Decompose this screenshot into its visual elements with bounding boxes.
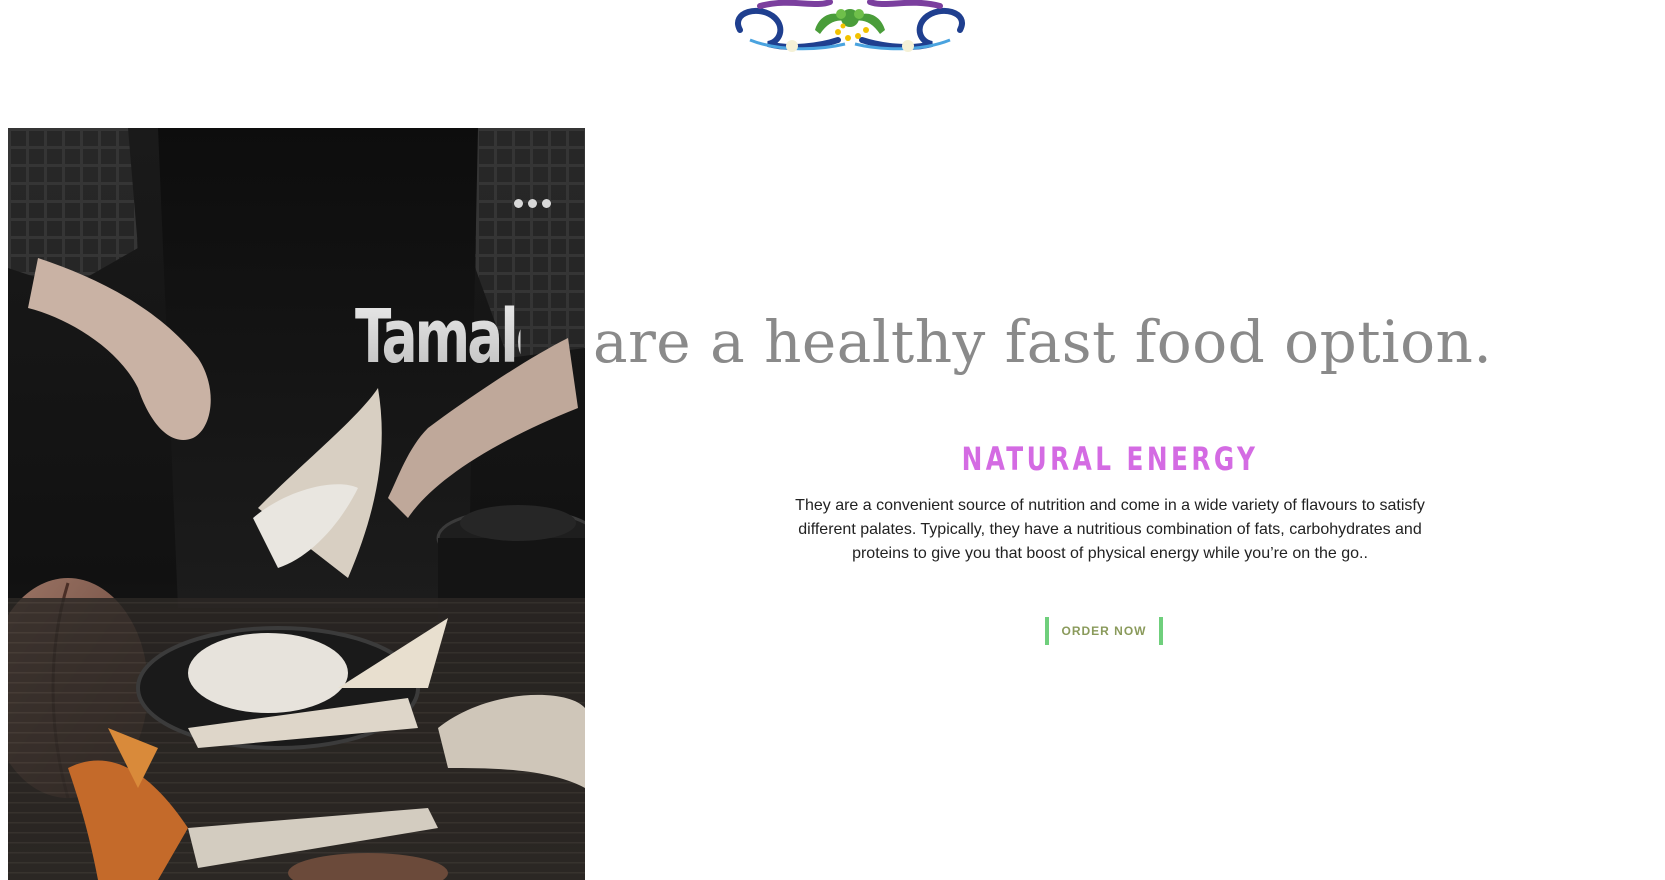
feature-description: They are a convenient source of nutritio… [795, 497, 1425, 562]
page: Tamales are a healthy fast food option. … [0, 0, 1665, 880]
feature-title: NATURAL ENERGY [961, 440, 1259, 478]
headline: Tamales are a healthy fast food option. [355, 292, 1492, 382]
more-options-icon[interactable] [514, 196, 558, 210]
order-now-button[interactable]: ORDER NOW [1045, 617, 1163, 645]
hero-image-illustration [8, 128, 585, 880]
dot [528, 198, 537, 208]
ornament-logo-icon [735, 0, 965, 52]
hero-image [8, 128, 585, 880]
dot [542, 198, 551, 208]
dot [514, 198, 523, 208]
headline-text: are a healthy fast food option. [593, 308, 1493, 376]
headline-highlight: Tamales [355, 294, 581, 380]
